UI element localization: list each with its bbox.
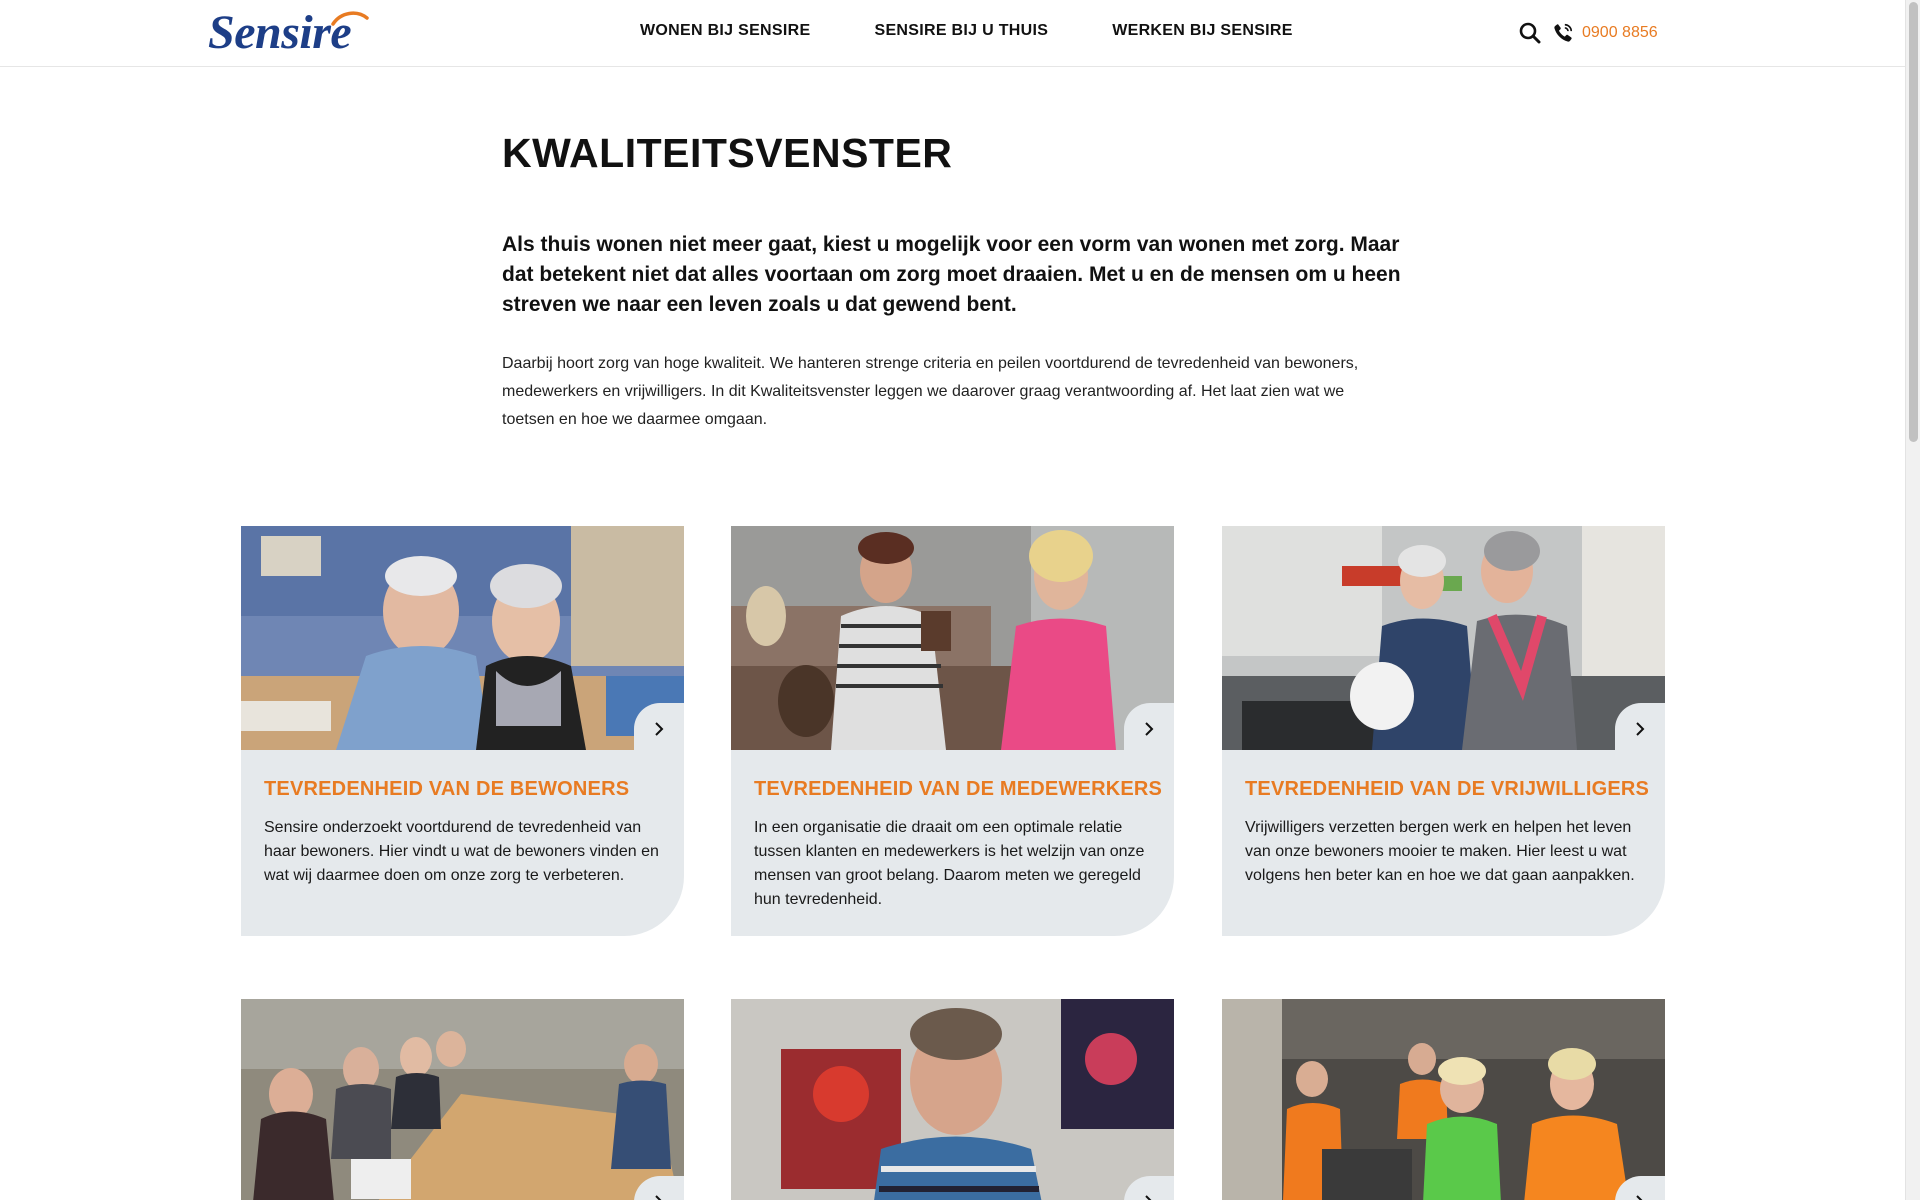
site-header: Sensire WONEN BIJ SENSIRE SENSIRE BIJ U … [0,0,1905,67]
sensire-logo[interactable]: Sensire [208,8,369,58]
chevron-right-icon [655,722,664,736]
header-actions: 0900 8856 [1518,20,1658,46]
card-arrow-button[interactable] [1124,703,1174,755]
logo-swoosh-icon [331,11,369,26]
phone-icon [1554,23,1573,42]
card-image-vrijwilligers [1222,526,1665,750]
chevron-right-icon [1636,1195,1643,1200]
card-image-medewerkers [731,526,1174,750]
card-row2-3[interactable] [1222,999,1665,1200]
card-image-bhv [1222,999,1665,1200]
card-title: TEVREDENHEID VAN DE BEWONERS [264,778,630,800]
nav-werken-bij-sensire[interactable]: WERKEN BIJ SENSIRE [1112,22,1293,40]
page-title: KWALITEITSVENSTER [502,130,953,176]
card-description: Vrijwilligers verzetten bergen werk en h… [1245,819,1635,884]
chevron-right-icon [655,1195,662,1200]
card-image-meeting [241,999,684,1200]
phone-number: 0900 8856 [1582,24,1658,41]
search-icon[interactable] [1518,20,1542,46]
card-arrow-button[interactable] [634,703,684,755]
lead-paragraph: Als thuis wonen niet meer gaat, kiest u … [502,233,1401,316]
chevron-right-icon [1145,1195,1152,1200]
page-scrollbar[interactable] [1905,0,1920,1200]
card-medewerkers[interactable]: TEVREDENHEID VAN DE MEDEWERKERS In een o… [731,526,1174,936]
card-row2-1[interactable] [241,999,684,1200]
card-arrow-button[interactable] [1615,703,1665,755]
card-bewoners[interactable]: TEVREDENHEID VAN DE BEWONERS Sensire ond… [241,526,684,936]
intro-paragraph: Daarbij hoort zorg van hoge kwaliteit. W… [502,355,1359,428]
nav-sensire-bij-u-thuis[interactable]: SENSIRE BIJ U THUIS [874,22,1048,40]
nav-wonen-bij-sensire[interactable]: WONEN BIJ SENSIRE [640,22,810,40]
card-description: Sensire onderzoekt voortdurend de tevred… [264,819,659,884]
card-title: TEVREDENHEID VAN DE VRIJWILLIGERS [1245,778,1650,800]
chevron-right-icon [1636,722,1645,736]
card-image-bewoners [241,526,684,750]
card-description: In een organisatie die draait om een opt… [754,819,1145,908]
chevron-right-icon [1145,722,1154,736]
scrollbar-thumb[interactable] [1909,2,1918,442]
card-row2-2[interactable] [731,999,1174,1200]
card-title: TEVREDENHEID VAN DE MEDEWERKERS [754,778,1163,800]
main-nav: WONEN BIJ SENSIRE SENSIRE BIJ U THUIS WE… [640,22,1293,40]
card-image-portrait [731,999,1174,1200]
card-vrijwilligers[interactable]: TEVREDENHEID VAN DE VRIJWILLIGERS Vrijwi… [1222,526,1665,936]
phone-link[interactable]: 0900 8856 [1552,22,1658,44]
